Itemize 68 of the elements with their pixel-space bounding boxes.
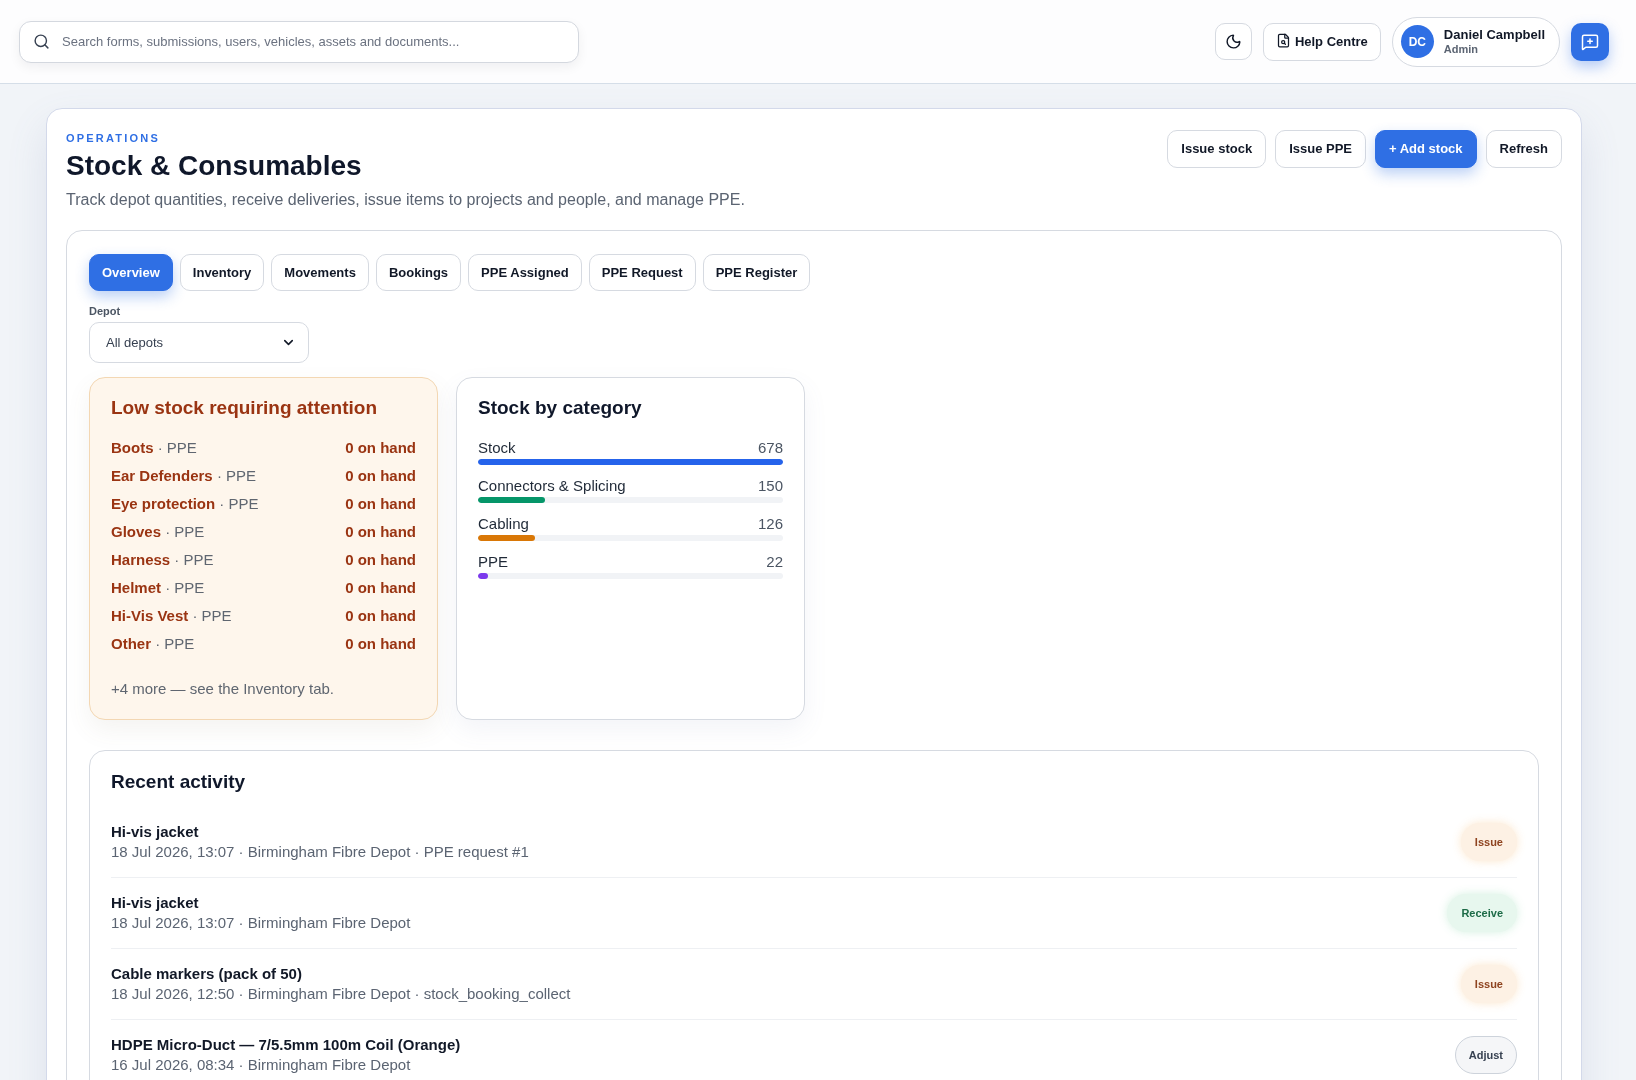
tab[interactable]: PPE Request (588, 254, 696, 291)
action-button[interactable]: Refresh (1485, 130, 1562, 168)
low-stock-item: Hi-Vis Vest · PPE (111, 605, 232, 626)
action-button[interactable]: Issue PPE (1275, 130, 1366, 168)
page-title: Stock & Consumables (66, 149, 362, 183)
stock-quantity: 0 on hand (345, 549, 416, 570)
category-count: 678 (757, 439, 783, 457)
moon-icon (1224, 33, 1242, 50)
tab[interactable]: Movements (271, 254, 369, 291)
category-name: Cabling (478, 515, 529, 533)
activity-title: Hi-vis jacket (111, 893, 199, 913)
field-label: Depot (89, 304, 121, 319)
user-role: Admin (1443, 41, 1479, 57)
activity-details: 18 Jul 2026, 12:50 · Birmingham Fibre Depot · stock_booking_collect (111, 984, 571, 1004)
low-stock-item: Eye protection · PPE (111, 493, 259, 514)
action-button[interactable]: Issue stock (1167, 130, 1267, 168)
category-name: Connectors & Splicing (478, 477, 626, 495)
page-subtitle: Track depot quantities, receive deliveries, issue items to projects and people, and manage PPE. (66, 190, 745, 210)
stock-quantity: 0 on hand (345, 437, 416, 458)
activity-details: 18 Jul 2026, 13:07 · Birmingham Fibre Depot (111, 913, 411, 933)
more-items-note: +4 more — see the Inventory tab. (111, 679, 335, 699)
new-message-button[interactable] (1571, 22, 1609, 61)
category-count: 22 (766, 553, 783, 571)
user-name: Daniel Campbell (1443, 26, 1545, 42)
action-button[interactable]: + Add stock (1375, 130, 1477, 168)
low-stock-item: Boots · PPE (111, 437, 197, 458)
activity-details: 16 Jul 2026, 08:34 · Birmingham Fibre Depot (111, 1055, 411, 1075)
category-name: PPE (478, 553, 508, 571)
low-stock-item: Gloves · PPE (111, 521, 205, 542)
user-avatar: DC (1400, 25, 1434, 58)
stock-quantity: 0 on hand (345, 521, 416, 542)
stock-quantity: 0 on hand (345, 633, 416, 654)
tab[interactable]: PPE Assigned (468, 254, 582, 291)
stock-quantity: 0 on hand (345, 577, 416, 598)
low-stock-item: Ear Defenders · PPE (111, 465, 257, 486)
activity-title: Hi-vis jacket (111, 822, 199, 842)
depot-select[interactable]: All depots (89, 322, 309, 363)
help-centre-button[interactable]: Help Centre (1262, 22, 1381, 61)
movement-type-badge: Receive (1447, 894, 1517, 932)
movement-type-badge: Issue (1460, 965, 1517, 1003)
card-title: Recent activity (111, 770, 246, 794)
movement-type-badge: Adjust (1454, 1036, 1517, 1074)
category-name: Stock (478, 439, 516, 457)
stock-quantity: 0 on hand (345, 465, 416, 486)
stock-quantity: 0 on hand (345, 493, 416, 514)
activity-title: Cable markers (pack of 50) (111, 964, 302, 984)
user-menu-button[interactable]: DC Daniel Campbell Admin (1391, 16, 1560, 67)
activity-title: HDPE Micro-Duct — 7/5.5mm 100m Coil (Orange) (111, 1035, 461, 1055)
section-eyebrow: OPERATIONS (66, 131, 160, 146)
activity-details: 18 Jul 2026, 13:07 · Birmingham Fibre Depot · PPE request #1 (111, 842, 529, 862)
search-icon (33, 32, 50, 50)
category-count: 126 (757, 515, 783, 533)
tab[interactable]: PPE Register (702, 254, 811, 291)
card-title: Stock by category (478, 396, 642, 420)
low-stock-item: Helmet · PPE (111, 577, 205, 598)
message-plus-icon (1581, 32, 1599, 51)
document-search-icon (1275, 32, 1291, 48)
search-field[interactable]: Search forms, submissions, users, vehicles, assets and documents... (19, 20, 579, 63)
tab[interactable]: Inventory (179, 254, 265, 291)
tab[interactable]: Bookings (375, 254, 462, 291)
tab[interactable]: Overview (89, 254, 173, 291)
low-stock-item: Harness · PPE (111, 549, 214, 570)
category-count: 150 (757, 477, 783, 495)
theme-toggle-button[interactable] (1214, 23, 1252, 60)
low-stock-item: Other · PPE (111, 633, 195, 654)
stock-quantity: 0 on hand (345, 605, 416, 626)
card-title: Low stock requiring attention (111, 396, 377, 420)
movement-type-badge: Issue (1460, 823, 1517, 861)
